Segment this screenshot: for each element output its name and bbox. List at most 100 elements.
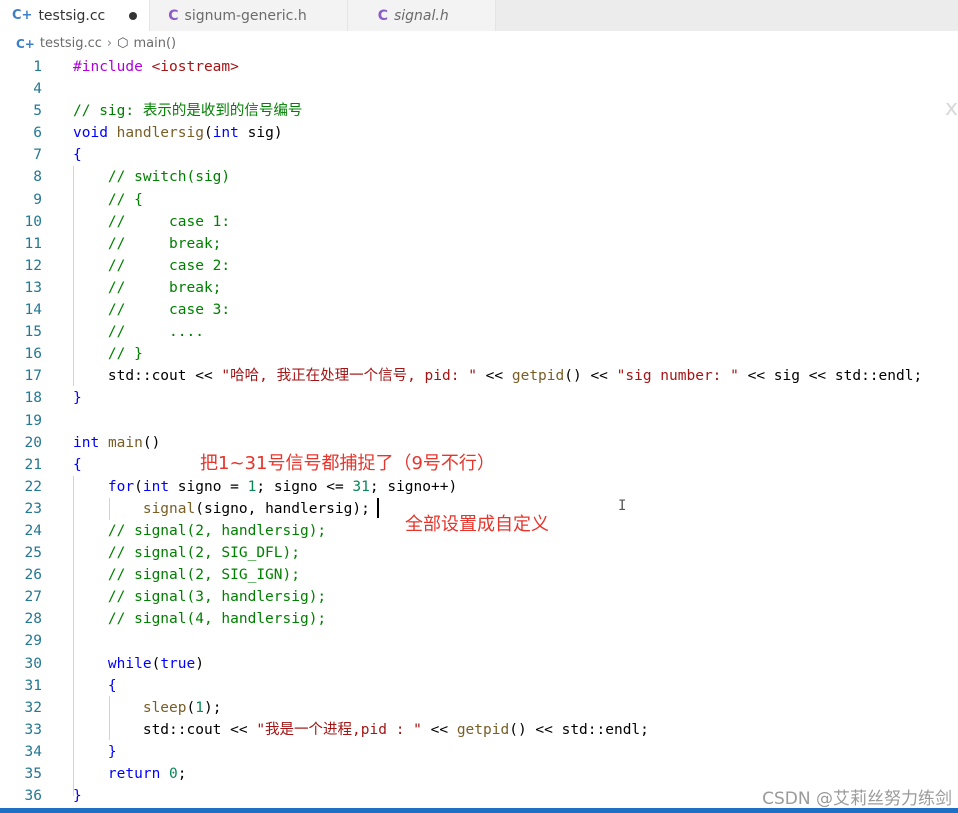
code-line[interactable]: 15 // .... bbox=[0, 321, 958, 343]
code-text: // signal(2, SIG_DFL); bbox=[107, 545, 300, 562]
code-line[interactable]: 12 // case 2: bbox=[0, 255, 958, 277]
code-text: // break; bbox=[107, 279, 222, 296]
line-number: 19 bbox=[24, 412, 42, 429]
indent-guide bbox=[109, 498, 110, 520]
code-line[interactable]: 7{ bbox=[0, 144, 958, 166]
line-number: 22 bbox=[24, 478, 42, 495]
code-line[interactable]: 6 void handlersig(int sig) bbox=[0, 122, 958, 144]
code-line[interactable]: 18} bbox=[0, 387, 958, 409]
code-line[interactable]: 11 // break; bbox=[0, 233, 958, 255]
code-text: } bbox=[73, 788, 82, 805]
code-text: // .... bbox=[107, 324, 204, 341]
code-text: // { bbox=[107, 191, 143, 208]
code-text: // case 3: bbox=[107, 302, 231, 319]
indent-guide bbox=[109, 696, 110, 740]
breadcrumb-symbol[interactable]: main() bbox=[133, 36, 176, 51]
cpp-file-icon: C+ bbox=[12, 8, 33, 23]
line-number: 29 bbox=[24, 633, 42, 650]
code-line[interactable]: 28 // signal(4, handlersig); bbox=[0, 608, 958, 630]
code-line[interactable]: 33 std::cout << "我是一个进程,pid : " << getpi… bbox=[0, 719, 958, 741]
line-number: 36 bbox=[24, 788, 42, 805]
line-number: 23 bbox=[24, 500, 42, 517]
tab-label: testsig.cc bbox=[38, 7, 106, 24]
code-line[interactable]: 30 while(true) bbox=[0, 653, 958, 675]
code-line[interactable]: 22 for(int signo = 1; signo <= 31; signo… bbox=[0, 476, 958, 498]
code-text: // } bbox=[107, 346, 143, 363]
code-text: sleep(1); bbox=[142, 699, 222, 716]
line-number: 25 bbox=[24, 545, 42, 562]
code-line[interactable]: 5 // sig: 表示的是收到的信号编号 bbox=[0, 100, 958, 122]
chevron-right-icon: › bbox=[106, 36, 113, 51]
code-line[interactable]: 10 // case 1: bbox=[0, 211, 958, 233]
code-text: std::cout << "哈哈, 我正在处理一个信号, pid: " << g… bbox=[73, 368, 923, 385]
code-text: { bbox=[73, 147, 82, 164]
code-line[interactable]: 9 // { bbox=[0, 189, 958, 211]
code-line[interactable]: 13 // break; bbox=[0, 277, 958, 299]
code-line[interactable]: 25 // signal(2, SIG_DFL); bbox=[0, 542, 958, 564]
editor-tab-bar: C+ testsig.cc C signum-generic.h C signa… bbox=[0, 0, 958, 32]
code-text: } bbox=[73, 390, 82, 407]
breadcrumb-file[interactable]: testsig.cc bbox=[40, 36, 102, 51]
line-number: 1 bbox=[33, 59, 42, 75]
code-line[interactable]: 19 bbox=[0, 410, 958, 432]
code-text: return 0; bbox=[107, 766, 187, 782]
code-line[interactable]: 34 } bbox=[0, 741, 958, 763]
indent-guide bbox=[73, 476, 74, 796]
line-number: 15 bbox=[24, 324, 42, 341]
breadcrumb: C+ testsig.cc › ⬡ main() bbox=[0, 31, 958, 56]
tab-testsig-cc[interactable]: C+ testsig.cc bbox=[0, 0, 151, 31]
cpp-file-icon: C+ bbox=[16, 36, 35, 51]
code-line[interactable]: 14 // case 3: bbox=[0, 299, 958, 321]
line-number: 9 bbox=[33, 191, 42, 208]
code-line[interactable]: 1 #include <iostream> bbox=[0, 56, 958, 78]
code-line[interactable]: 31 { bbox=[0, 675, 958, 697]
code-text: // signal(2, SIG_IGN); bbox=[107, 567, 300, 584]
line-number: 21 bbox=[24, 456, 42, 473]
watermark: CSDN @艾莉丝努力练剑 bbox=[762, 789, 952, 809]
code-line[interactable]: 35 return 0; bbox=[0, 763, 958, 785]
line-number: 20 bbox=[24, 434, 42, 451]
code-text: std::cout << "我是一个进程,pid : " << getpid()… bbox=[73, 721, 649, 738]
code-line[interactable]: 17 std::cout << "哈哈, 我正在处理一个信号, pid: " <… bbox=[0, 365, 958, 387]
unsaved-dot-icon[interactable] bbox=[129, 11, 138, 20]
line-number: 24 bbox=[24, 522, 42, 539]
line-number: 12 bbox=[24, 257, 42, 274]
indent-guide bbox=[73, 166, 74, 386]
line-number: 32 bbox=[24, 699, 42, 716]
code-text: // signal(2, handlersig); bbox=[107, 522, 327, 539]
c-file-icon: C bbox=[168, 7, 179, 24]
code-text: // sig: 表示的是收到的信号编号 bbox=[73, 103, 303, 120]
code-line[interactable]: 29 bbox=[0, 630, 958, 652]
code-text: // signal(3, handlersig); bbox=[107, 589, 327, 606]
code-text: { bbox=[73, 456, 82, 473]
line-number: 5 bbox=[33, 103, 42, 120]
code-text: int main() bbox=[73, 434, 161, 451]
tab-signum-generic-h[interactable]: C signum-generic.h bbox=[150, 0, 348, 31]
scroll-edge-glyph: ⅹ bbox=[944, 96, 958, 121]
line-number: 11 bbox=[24, 235, 42, 252]
code-text: { bbox=[107, 677, 117, 694]
code-line[interactable]: 4 bbox=[0, 78, 958, 100]
line-number: 16 bbox=[24, 346, 42, 363]
line-number: 14 bbox=[24, 302, 42, 319]
tab-signal-h[interactable]: C signal.h bbox=[347, 0, 496, 31]
code-text: // signal(4, handlersig); bbox=[107, 611, 327, 628]
code-line[interactable]: 16 // } bbox=[0, 343, 958, 365]
code-text: } bbox=[107, 743, 117, 760]
code-line[interactable]: 26 // signal(2, SIG_IGN); bbox=[0, 564, 958, 586]
line-number: 4 bbox=[33, 81, 42, 98]
line-number: 33 bbox=[24, 721, 42, 738]
code-line[interactable]: 8 // switch(sig) bbox=[0, 166, 958, 188]
code-text: signal(signo, handlersig); bbox=[142, 500, 370, 517]
status-bar-edge bbox=[0, 808, 958, 813]
line-number: 27 bbox=[24, 589, 42, 606]
code-line[interactable]: 32 sleep(1); bbox=[0, 697, 958, 719]
line-number: 34 bbox=[24, 743, 42, 760]
code-lines: 1 #include <iostream> 4 5 // sig: 表示的是收到的信号编… bbox=[0, 56, 958, 807]
function-cube-icon: ⬡ bbox=[117, 36, 129, 51]
line-number: 13 bbox=[24, 279, 42, 296]
code-line[interactable]: 27 // signal(3, handlersig); bbox=[0, 586, 958, 608]
code-editor[interactable]: 1 #include <iostream> 4 5 // sig: 表示的是收到的信号编… bbox=[0, 56, 958, 808]
code-text: while(true) bbox=[107, 655, 204, 672]
code-text: void handlersig(int sig) bbox=[73, 125, 283, 142]
